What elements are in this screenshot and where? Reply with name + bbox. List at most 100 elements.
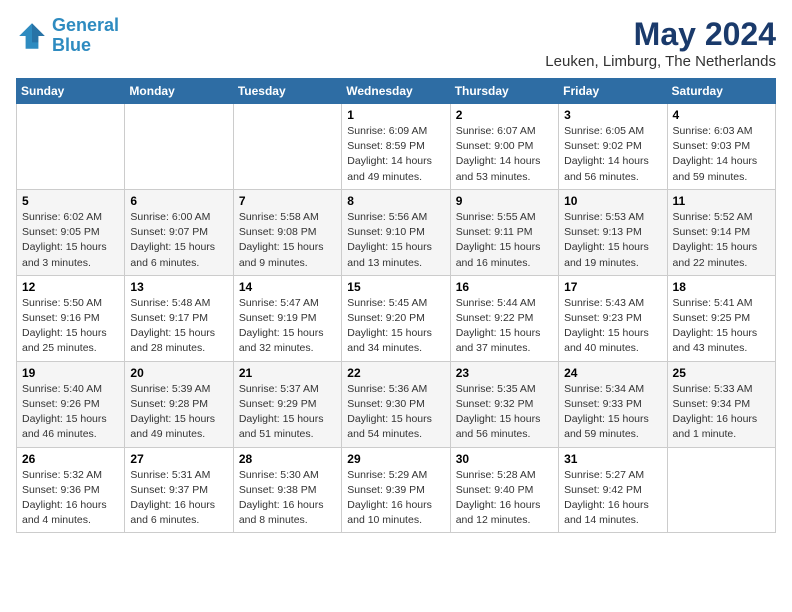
calendar-cell: 5 Sunrise: 6:02 AM Sunset: 9:05 PM Daylig… [17,189,125,275]
calendar-cell: 18 Sunrise: 5:41 AM Sunset: 9:25 PM Dayli… [667,275,775,361]
day-info: Sunrise: 5:43 AM Sunset: 9:23 PM Dayligh… [564,296,661,357]
weekday-header-tuesday: Tuesday [233,79,341,104]
calendar-cell: 23 Sunrise: 5:35 AM Sunset: 9:32 PM Dayli… [450,361,558,447]
day-info: Sunrise: 5:58 AM Sunset: 9:08 PM Dayligh… [239,210,336,271]
day-info: Sunrise: 6:09 AM Sunset: 8:59 PM Dayligh… [347,124,444,185]
day-info: Sunrise: 5:39 AM Sunset: 9:28 PM Dayligh… [130,382,227,443]
day-info: Sunrise: 5:48 AM Sunset: 9:17 PM Dayligh… [130,296,227,357]
day-info: Sunrise: 5:32 AM Sunset: 9:36 PM Dayligh… [22,468,119,529]
day-info: Sunrise: 5:50 AM Sunset: 9:16 PM Dayligh… [22,296,119,357]
calendar-cell: 25 Sunrise: 5:33 AM Sunset: 9:34 PM Dayli… [667,361,775,447]
title-area: May 2024 Leuken, Limburg, The Netherland… [545,16,776,70]
day-number: 12 [22,280,119,294]
calendar-cell: 19 Sunrise: 5:40 AM Sunset: 9:26 PM Dayli… [17,361,125,447]
calendar-cell: 8Sunrise: 5:56 AM Sunset: 9:10 PM Daylig… [342,189,450,275]
calendar-cell [667,447,775,533]
day-number: 22 [347,366,444,380]
calendar-cell: 4 Sunrise: 6:03 AM Sunset: 9:03 PM Daylig… [667,104,775,190]
calendar-cell: 24 Sunrise: 5:34 AM Sunset: 9:33 PM Dayli… [559,361,667,447]
calendar-cell: 20 Sunrise: 5:39 AM Sunset: 9:28 PM Dayli… [125,361,233,447]
day-number: 25 [673,366,770,380]
calendar-cell: 15 Sunrise: 5:45 AM Sunset: 9:20 PM Dayli… [342,275,450,361]
day-info: Sunrise: 5:40 AM Sunset: 9:26 PM Dayligh… [22,382,119,443]
day-number: 13 [130,280,227,294]
week-row-3: 12 Sunrise: 5:50 AM Sunset: 9:16 PM Dayli… [17,275,776,361]
day-number: 21 [239,366,336,380]
calendar-cell: 1 Sunrise: 6:09 AM Sunset: 8:59 PM Daylig… [342,104,450,190]
day-number: 20 [130,366,227,380]
day-number: 27 [130,452,227,466]
day-info: Sunrise: 6:00 AM Sunset: 9:07 PM Dayligh… [130,210,227,271]
logo-text: General Blue [52,16,119,56]
weekday-header-thursday: Thursday [450,79,558,104]
day-info: Sunrise: 5:53 AM Sunset: 9:13 PM Dayligh… [564,210,661,271]
day-info: Sunrise: 5:27 AM Sunset: 9:42 PM Dayligh… [564,468,661,529]
calendar-cell: 3 Sunrise: 6:05 AM Sunset: 9:02 PM Daylig… [559,104,667,190]
day-number: 9 [456,194,553,208]
day-number: 10 [564,194,661,208]
day-info: Sunrise: 5:55 AM Sunset: 9:11 PM Dayligh… [456,210,553,271]
day-info: Sunrise: 5:30 AM Sunset: 9:38 PM Dayligh… [239,468,336,529]
day-info: Sunrise: 5:31 AM Sunset: 9:37 PM Dayligh… [130,468,227,529]
day-info: Sunrise: 6:02 AM Sunset: 9:05 PM Dayligh… [22,210,119,271]
calendar-cell: 30 Sunrise: 5:28 AM Sunset: 9:40 PM Dayli… [450,447,558,533]
day-info: Sunrise: 5:29 AM Sunset: 9:39 PM Dayligh… [347,468,444,529]
week-row-2: 5 Sunrise: 6:02 AM Sunset: 9:05 PM Daylig… [17,189,776,275]
weekday-header-row: SundayMondayTuesdayWednesdayThursdayFrid… [17,79,776,104]
day-number: 26 [22,452,119,466]
calendar-cell: 17Sunrise: 5:43 AM Sunset: 9:23 PM Dayli… [559,275,667,361]
day-info: Sunrise: 6:03 AM Sunset: 9:03 PM Dayligh… [673,124,770,185]
calendar-table: SundayMondayTuesdayWednesdayThursdayFrid… [16,78,776,533]
day-info: Sunrise: 5:56 AM Sunset: 9:10 PM Dayligh… [347,210,444,271]
day-info: Sunrise: 5:35 AM Sunset: 9:32 PM Dayligh… [456,382,553,443]
week-row-4: 19 Sunrise: 5:40 AM Sunset: 9:26 PM Dayli… [17,361,776,447]
calendar-cell: 9 Sunrise: 5:55 AM Sunset: 9:11 PM Daylig… [450,189,558,275]
calendar-cell: 26 Sunrise: 5:32 AM Sunset: 9:36 PM Dayli… [17,447,125,533]
day-number: 5 [22,194,119,208]
day-number: 16 [456,280,553,294]
weekday-header-friday: Friday [559,79,667,104]
weekday-header-monday: Monday [125,79,233,104]
day-info: Sunrise: 5:41 AM Sunset: 9:25 PM Dayligh… [673,296,770,357]
day-number: 3 [564,108,661,122]
calendar-cell: 2Sunrise: 6:07 AM Sunset: 9:00 PM Daylig… [450,104,558,190]
day-info: Sunrise: 5:52 AM Sunset: 9:14 PM Dayligh… [673,210,770,271]
day-number: 4 [673,108,770,122]
calendar-cell [17,104,125,190]
calendar-cell: 12 Sunrise: 5:50 AM Sunset: 9:16 PM Dayli… [17,275,125,361]
day-number: 1 [347,108,444,122]
day-info: Sunrise: 5:28 AM Sunset: 9:40 PM Dayligh… [456,468,553,529]
day-number: 23 [456,366,553,380]
day-number: 6 [130,194,227,208]
week-row-5: 26 Sunrise: 5:32 AM Sunset: 9:36 PM Dayli… [17,447,776,533]
day-number: 30 [456,452,553,466]
day-info: Sunrise: 5:47 AM Sunset: 9:19 PM Dayligh… [239,296,336,357]
day-number: 18 [673,280,770,294]
weekday-header-wednesday: Wednesday [342,79,450,104]
calendar-cell: 14 Sunrise: 5:47 AM Sunset: 9:19 PM Dayli… [233,275,341,361]
day-info: Sunrise: 5:34 AM Sunset: 9:33 PM Dayligh… [564,382,661,443]
calendar-cell: 16 Sunrise: 5:44 AM Sunset: 9:22 PM Dayli… [450,275,558,361]
calendar-cell: 27 Sunrise: 5:31 AM Sunset: 9:37 PM Dayli… [125,447,233,533]
calendar-cell: 22 Sunrise: 5:36 AM Sunset: 9:30 PM Dayli… [342,361,450,447]
weekday-header-saturday: Saturday [667,79,775,104]
day-number: 19 [22,366,119,380]
calendar-cell: 29Sunrise: 5:29 AM Sunset: 9:39 PM Dayli… [342,447,450,533]
day-info: Sunrise: 5:37 AM Sunset: 9:29 PM Dayligh… [239,382,336,443]
location-title: Leuken, Limburg, The Netherlands [545,53,776,70]
calendar-cell: 6 Sunrise: 6:00 AM Sunset: 9:07 PM Daylig… [125,189,233,275]
day-info: Sunrise: 5:33 AM Sunset: 9:34 PM Dayligh… [673,382,770,443]
day-number: 28 [239,452,336,466]
calendar-cell [125,104,233,190]
calendar-cell: 31Sunrise: 5:27 AM Sunset: 9:42 PM Dayli… [559,447,667,533]
day-info: Sunrise: 5:45 AM Sunset: 9:20 PM Dayligh… [347,296,444,357]
day-number: 15 [347,280,444,294]
week-row-1: 1 Sunrise: 6:09 AM Sunset: 8:59 PM Daylig… [17,104,776,190]
day-info: Sunrise: 5:44 AM Sunset: 9:22 PM Dayligh… [456,296,553,357]
day-info: Sunrise: 6:05 AM Sunset: 9:02 PM Dayligh… [564,124,661,185]
day-number: 24 [564,366,661,380]
day-number: 14 [239,280,336,294]
day-info: Sunrise: 5:36 AM Sunset: 9:30 PM Dayligh… [347,382,444,443]
calendar-cell: 11Sunrise: 5:52 AM Sunset: 9:14 PM Dayli… [667,189,775,275]
day-info: Sunrise: 6:07 AM Sunset: 9:00 PM Dayligh… [456,124,553,185]
